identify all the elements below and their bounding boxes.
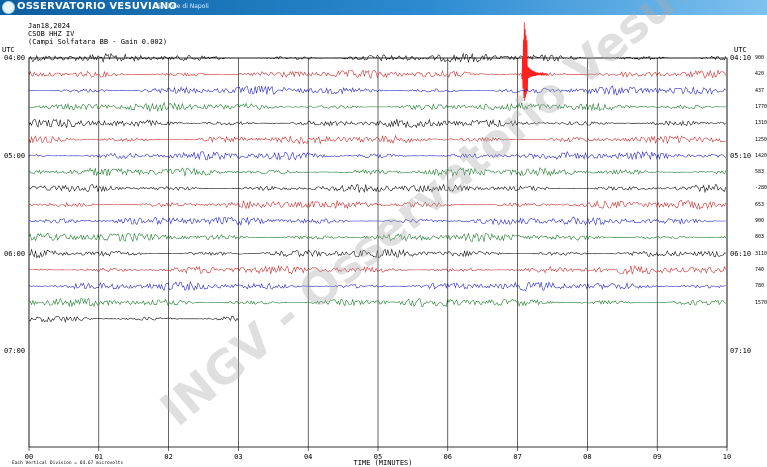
seismic-trace <box>28 315 239 324</box>
seismic-trace <box>28 167 727 178</box>
earthquake-event-trace <box>521 22 549 101</box>
seismic-trace <box>28 232 727 243</box>
seismic-trace <box>28 216 726 226</box>
seismic-trace <box>28 183 727 194</box>
seismic-trace <box>28 199 727 210</box>
seismic-trace <box>28 101 726 113</box>
seismic-trace <box>28 264 727 275</box>
seismic-trace <box>28 134 726 145</box>
seismic-trace <box>28 69 727 79</box>
seismic-trace <box>28 281 726 292</box>
seismic-trace <box>28 118 726 129</box>
seismic-trace <box>28 248 726 259</box>
seismic-trace <box>28 151 727 161</box>
seismic-trace <box>28 297 726 308</box>
seismogram-plot <box>28 22 728 451</box>
seismic-trace <box>28 85 726 96</box>
vertical-division-note: Each Vertical Division = 64.67 microvolt… <box>12 461 124 466</box>
